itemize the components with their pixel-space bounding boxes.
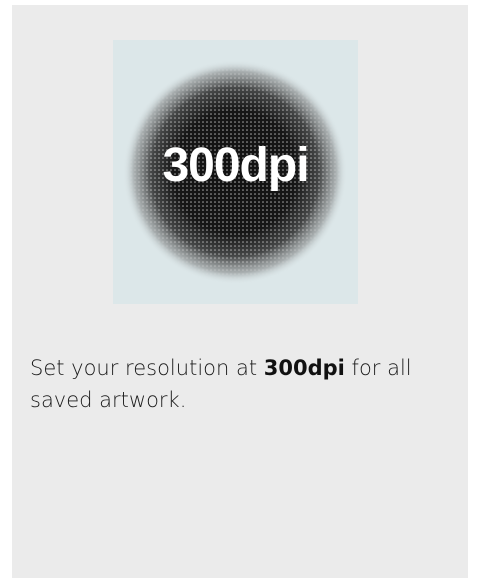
resolution-caption: Set your resolution at 300dpi for all sa… [30, 352, 460, 416]
caption-highlight: 300dpi [263, 356, 345, 380]
caption-text-before: Set your resolution at [30, 356, 264, 380]
resolution-tip-card: 300dpi Set your resolution at 300dpi for… [12, 5, 468, 578]
dpi-label: 300dpi [162, 139, 309, 192]
halftone-illustration: 300dpi [113, 40, 358, 304]
